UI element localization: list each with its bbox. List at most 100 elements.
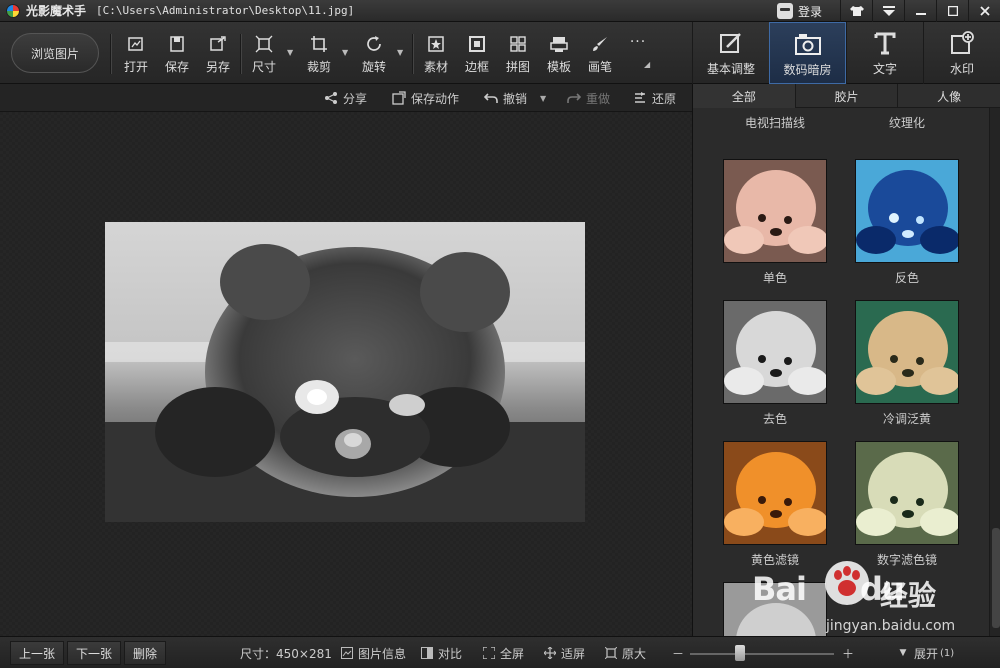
share-button[interactable]: 分享 [323,89,367,107]
restore-label: 还原 [652,91,677,106]
login-label: 登录 [797,4,822,19]
crop-button[interactable]: 裁剪 [299,34,339,76]
action-bar: 分享 保存动作 撤销 ▼ 重做 还原 [0,84,692,112]
filter-thumbnail [855,300,959,404]
undo-dropdown-icon[interactable]: ▼ [540,94,546,103]
redo-icon [566,90,582,106]
redo-button[interactable]: 重做 [566,89,610,107]
filter-category-tabs: 全部 胶片 人像 [693,84,1000,108]
skin-icon [849,6,864,16]
save-button[interactable]: 保存 [157,34,197,76]
login-button[interactable]: 登录 [776,3,822,20]
collage-button[interactable]: 拼图 [498,34,538,76]
app-logo-icon [6,3,20,18]
more-tools-button[interactable]: ··· [618,32,658,74]
toolbar-divider [110,34,111,74]
template-button[interactable]: 模板 [539,34,579,76]
border-icon [467,34,487,54]
fit-screen-button[interactable]: 适屏 [543,644,585,662]
material-label: 素材 [423,60,448,74]
menu-icon [882,6,895,16]
zoom-out-button[interactable]: － [672,644,684,662]
open-button[interactable]: 打开 [116,34,156,76]
fullscreen-button[interactable]: 全屏 [482,644,524,662]
minimize-icon [915,13,926,15]
filter-thumbnail [723,441,827,545]
fullscreen-icon [482,646,496,660]
original-size-button[interactable]: 原大 [604,644,646,662]
image-canvas[interactable] [0,112,692,636]
tab-watermark-label: 水印 [949,62,974,76]
filter-label: 电视扫描线 [744,116,805,130]
tab-portrait[interactable]: 人像 [898,84,1000,108]
zoom-in-button[interactable]: ＋ [842,644,854,662]
tab-text[interactable]: 文字 [846,22,923,84]
tab-darkroom-label: 数码暗房 [783,63,832,77]
save-as-label: 另存 [205,60,230,74]
redo-label: 重做 [586,91,611,106]
edited-photo[interactable] [105,222,585,522]
maximize-button[interactable] [936,0,968,22]
undo-button[interactable]: 撤销 [483,89,527,107]
tab-basic-adjust[interactable]: 基本调整 [692,22,769,84]
filter-digital[interactable]: 数字滤色镜 [855,441,959,568]
fit-screen-label: 适屏 [561,646,586,661]
restore-button[interactable]: 还原 [632,89,676,107]
filter-cool-yellow[interactable]: 冷调泛黄 [855,300,959,427]
crop-dropdown-icon[interactable]: ▼ [342,48,348,57]
delete-button[interactable]: 删除 [124,641,167,665]
close-button[interactable] [968,0,1000,22]
filter-partial[interactable] [723,582,827,636]
filter-yellow[interactable]: 黄色滤镜 [723,441,827,568]
prev-image-button[interactable]: 上一张 [10,641,65,665]
save-as-button[interactable]: 另存 [198,34,238,76]
expand-button[interactable]: ▼ 展开 (1) [896,644,955,662]
compare-icon [420,646,434,660]
filter-invert[interactable]: 反色 [855,159,959,286]
filter-panel: 全部 胶片 人像 电视扫描线 纹理化 单色 反色 去色 冷调泛黄 黄色滤镜 数字… [692,84,1000,636]
zoom-slider-handle[interactable] [735,645,746,661]
status-bar: 上一张 下一张 删除 尺寸：450×281 图片信息 对比 全屏 适屏 原大 －… [0,636,1000,668]
scrollbar-thumb[interactable] [992,528,1000,628]
tab-darkroom[interactable]: 数码暗房 [769,22,846,84]
filter-monochrome[interactable]: 单色 [723,159,827,286]
next-image-button[interactable]: 下一张 [67,641,122,665]
rotate-button[interactable]: 旋转 [354,34,394,76]
filter-desaturate[interactable]: 去色 [723,300,827,427]
filter-tv-scanline[interactable]: 电视扫描线 [723,108,827,131]
border-button[interactable]: 边框 [457,34,497,76]
filter-texture[interactable]: 纹理化 [855,108,959,131]
save-action-button[interactable]: 保存动作 [391,89,459,107]
save-action-label: 保存动作 [411,91,460,106]
filter-scrollbar[interactable] [989,108,1000,636]
image-info-icon [340,646,354,660]
brush-button[interactable]: 画笔 [580,34,620,76]
resize-icon [254,34,274,54]
tab-all[interactable]: 全部 [693,84,796,108]
compare-label: 对比 [438,646,463,661]
crop-icon [309,34,329,54]
rotate-dropdown-icon[interactable]: ▼ [397,48,403,57]
browse-images-button[interactable]: 浏览图片 [11,33,99,73]
restore-icon [632,90,648,106]
menu-button[interactable] [872,0,904,22]
image-info-button[interactable]: 图片信息 [340,644,406,662]
share-icon [323,90,339,106]
toolbar-divider [240,34,241,74]
skin-button[interactable] [840,0,872,22]
tab-film[interactable]: 胶片 [796,84,899,108]
expand-corner-icon[interactable]: ◢ [644,60,650,69]
material-button[interactable]: 素材 [416,34,456,76]
tab-watermark[interactable]: 水印 [923,22,1000,84]
title-controls: 登录 [776,0,1000,22]
filter-label: 纹理化 [888,116,925,130]
zoom-slider[interactable] [690,653,834,655]
brush-icon [590,34,610,54]
rotate-label: 旋转 [361,60,386,74]
resize-button[interactable]: 尺寸 [244,34,284,76]
compare-button[interactable]: 对比 [420,644,462,662]
minimize-button[interactable] [904,0,936,22]
save-action-icon [391,90,407,106]
resize-dropdown-icon[interactable]: ▼ [287,48,293,57]
save-label: 保存 [164,60,189,74]
